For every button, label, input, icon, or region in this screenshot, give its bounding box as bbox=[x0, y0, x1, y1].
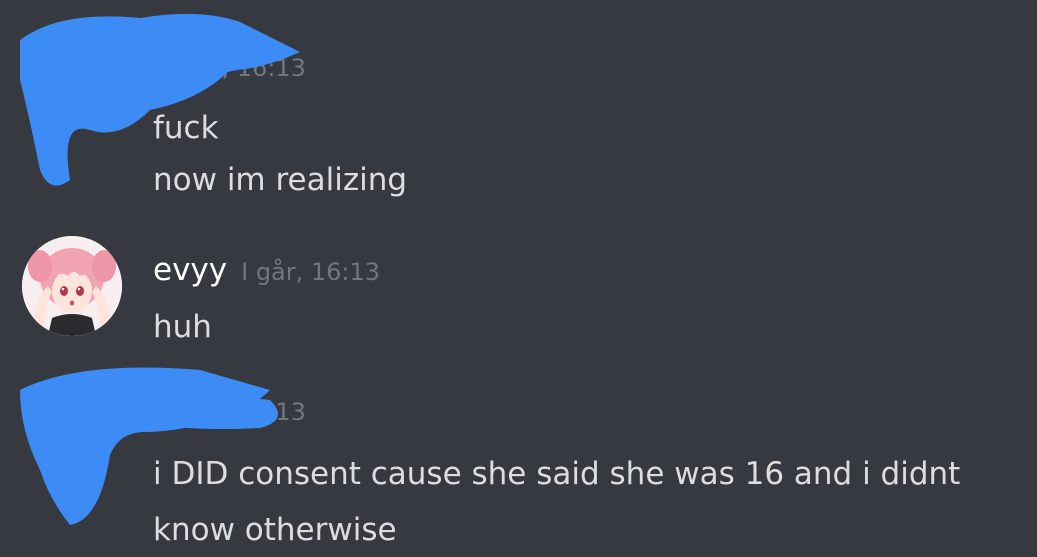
message-3-timestamp: I går, 16:13 bbox=[167, 398, 306, 426]
anime-avatar-icon bbox=[22, 236, 122, 336]
message-3-line-2: know otherwise bbox=[153, 512, 397, 548]
message-3-meta: I går, 16:13 bbox=[153, 398, 306, 426]
message-2-username[interactable]: evyy bbox=[153, 252, 227, 288]
message-2-meta: evyy I går, 16:13 bbox=[153, 252, 380, 288]
message-2-timestamp: I går, 16:13 bbox=[241, 258, 381, 286]
message-2-line-1: huh bbox=[153, 309, 212, 345]
evyy-avatar[interactable] bbox=[22, 236, 122, 336]
message-1-timestamp: I går, 16:13 bbox=[167, 54, 306, 82]
message-3-line-1: i DID consent cause she said she was 16 … bbox=[153, 456, 961, 492]
message-1-line-2: now im realizing bbox=[153, 162, 408, 198]
message-1-line-1: fuck bbox=[153, 110, 219, 146]
message-1-meta: I går, 16:13 bbox=[153, 54, 306, 82]
